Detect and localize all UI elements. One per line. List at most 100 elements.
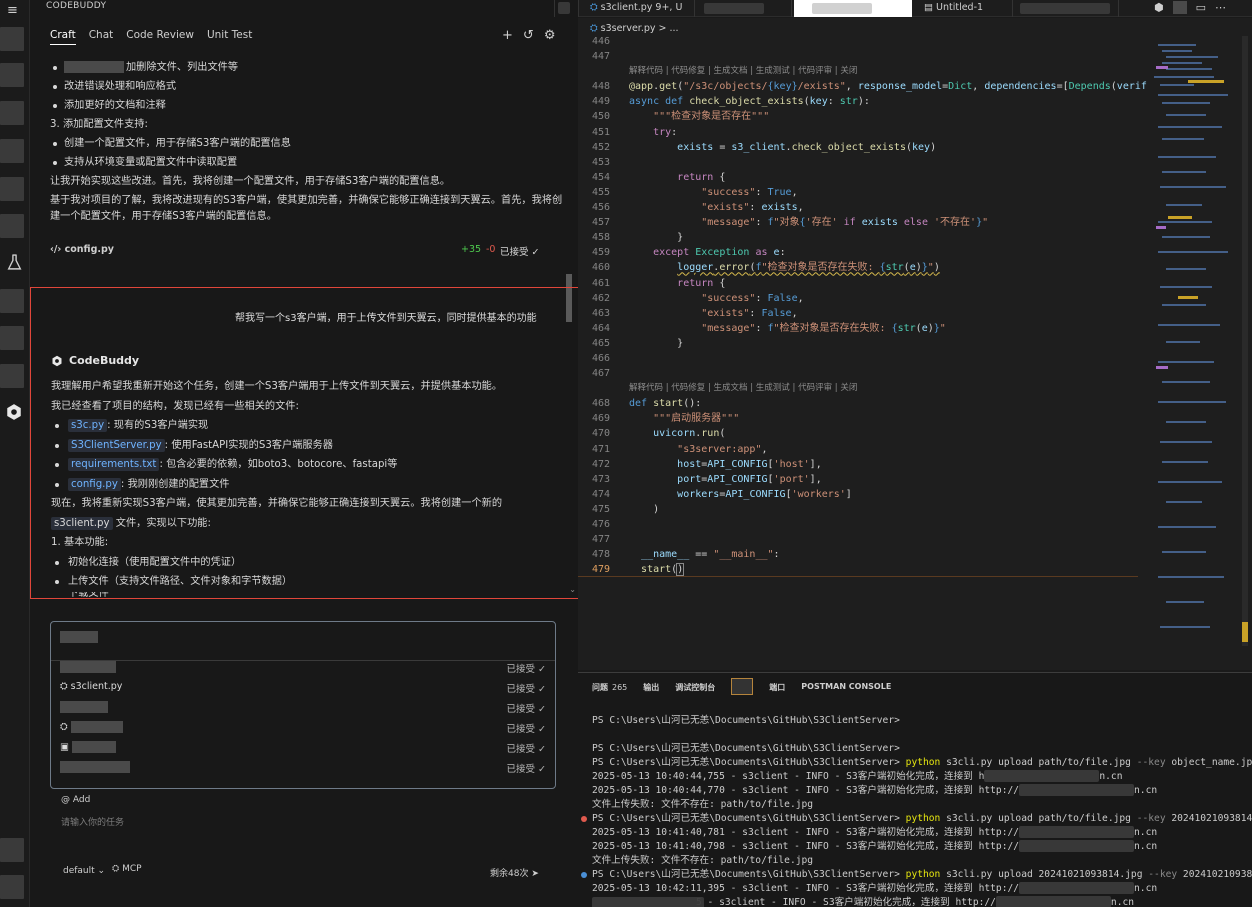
code-lens[interactable]: 解释代码 | 代码修复 | 生成文档 | 生成测试 | 代码评审 | 关闭	[629, 381, 857, 396]
minimap[interactable]	[1148, 36, 1248, 646]
tab-code-review[interactable]: Code Review	[126, 29, 194, 45]
chat-input-box: 已接受 ✓ ⛭ s3client.py 已接受 ✓ 已接受 ✓ ⛭ 已接受 ✓ ▣…	[50, 621, 556, 789]
tab-output[interactable]: 输出	[643, 682, 659, 695]
lines-removed: -0	[486, 244, 496, 255]
activity-item[interactable]	[0, 139, 24, 163]
split-editor-icon[interactable]: ▭	[1196, 1, 1206, 14]
remaining-quota: 剩余48次 ➤	[490, 869, 539, 879]
terminal-line: 2025-05-13 10:42:11,395 - s3client - INF…	[592, 882, 1158, 894]
codebuddy-icon[interactable]: ⬢	[1154, 1, 1164, 14]
activity-item[interactable]	[0, 63, 24, 87]
editor-tab-bar: ⛭ s3client.py 9+, U ▤ Untitled-1 ⬢ ▭ ⋯	[554, 0, 1252, 17]
add-context-button[interactable]: @ Add	[61, 795, 90, 805]
terminal-line: PS C:\Users\山河已无恙\Documents\GitHub\S3Cli…	[592, 757, 1252, 768]
codebuddy-icon[interactable]	[5, 403, 23, 421]
tab-unit-test[interactable]: Unit Test	[207, 29, 252, 45]
terminal-line: 2025-05-13 10:41:40,798 - s3client - INF…	[592, 840, 1158, 852]
list-item: requirements.txt: 包含必要的依赖，如boto3、botocor…	[51, 455, 566, 475]
mode-select[interactable]: default ⌄	[63, 866, 105, 876]
activity-item[interactable]	[0, 364, 24, 388]
changed-file-row[interactable]: 已接受 ✓	[60, 659, 546, 677]
terminal-line: PS C:\Users\山河已无恙\Documents\GitHub\S3Cli…	[592, 715, 900, 726]
paragraph: 让我开始实现这些改进。首先，我将创建一个配置文件，用于存储S3客户端的配置信息。	[50, 176, 451, 187]
terminal-line: 2025-05-13 10:41:40,781 - s3client - INF…	[592, 826, 1158, 838]
terminal-output[interactable]: PS C:\Users\山河已无恙\Documents\GitHub\S3Cli…	[578, 714, 1252, 907]
tab-problems[interactable]: 问题 265	[592, 682, 627, 695]
panel-toolbar: + ↺ ⚙	[502, 28, 555, 43]
tab-untitled[interactable]: ▤ Untitled-1	[918, 0, 989, 17]
changed-file-row[interactable]: ⛭ 已接受 ✓	[60, 719, 546, 737]
changed-file-row[interactable]: 已接受 ✓	[60, 699, 546, 717]
panel-tabs: 问题 265 输出 调试控制台 端口 POSTMAN CONSOLE	[592, 678, 891, 695]
codebuddy-logo-icon	[52, 355, 62, 366]
activity-item[interactable]	[0, 27, 24, 51]
list-item: 改进错误处理和响应格式	[50, 77, 565, 96]
file-change-row[interactable]: ‹/› config.py +35 -0 已接受 ✓	[50, 242, 545, 260]
mcp-button[interactable]: ⛭ MCP	[112, 864, 142, 874]
settings-icon[interactable]: ⚙	[544, 28, 556, 43]
list-item: 初始化连接（使用配置文件中的凭证）	[51, 553, 566, 573]
terminal-line: 5 - s3client - INFO - S3客户端初始化完成，连接到 htt…	[592, 896, 1135, 907]
menu-icon[interactable]: ≡	[7, 3, 18, 18]
file-link[interactable]: S3ClientServer.py	[68, 438, 165, 452]
list-item: config.py: 我刚刚创建的配置文件	[51, 475, 566, 495]
activity-item[interactable]	[0, 838, 24, 862]
breadcrumb[interactable]: ⛭ s3server.py > ...	[590, 23, 679, 34]
changed-file-row[interactable]: ⛭ s3client.py 已接受 ✓	[60, 679, 546, 697]
list-item: 添加更好的文档和注释	[50, 96, 565, 115]
tab-s3client[interactable]: ⛭ s3client.py 9+, U	[584, 0, 688, 17]
prior-messages: 加删除文件、列出文件等 改进错误处理和响应格式 添加更好的文档和注释 3. 添加…	[50, 58, 565, 225]
terminal-line: 2025-05-13 10:40:44,770 - s3client - INF…	[592, 784, 1158, 796]
terminal-line: 2025-05-13 10:40:44,755 - s3client - INF…	[592, 770, 1123, 782]
file-link[interactable]: s3c.py	[68, 419, 108, 432]
new-chat-icon[interactable]: +	[502, 28, 513, 43]
activity-item[interactable]	[0, 177, 24, 201]
tab-active[interactable]	[794, 0, 912, 17]
tab-postman[interactable]: POSTMAN CONSOLE	[801, 682, 891, 695]
editor-actions: ⬢ ▭ ⋯	[1154, 1, 1226, 14]
tab-debug-console[interactable]: 调试控制台	[675, 682, 715, 695]
terminal-line: 文件上传失败: 文件不存在: path/to/file.jpg	[592, 799, 814, 810]
code-lens[interactable]: 解释代码 | 代码修复 | 生成文档 | 生成测试 | 代码评审 | 关闭	[629, 64, 857, 79]
changed-file-row[interactable]: 已接受 ✓	[60, 759, 546, 777]
assistant-name: CodeBuddy	[69, 354, 140, 367]
inline-code: s3client.py	[51, 516, 113, 530]
code-editor[interactable]: ⛭ s3server.py > ... 446 447 解释代码 | 代码修复 …	[578, 18, 1252, 670]
panel-title: CODEBUDDY	[46, 1, 107, 11]
tab-craft[interactable]: Craft	[50, 29, 76, 45]
scroll-down-arrow[interactable]: ⌄	[569, 585, 576, 594]
codebuddy-panel: CODEBUDDY Craft Chat Code Review Unit Te…	[30, 0, 587, 907]
activity-item[interactable]	[0, 214, 24, 238]
command-status-icon[interactable]	[581, 872, 587, 878]
changed-file-row[interactable]: ▣ 已接受 ✓	[60, 739, 546, 757]
list-item: 支持从环境变量或配置文件中读取配置	[50, 153, 565, 172]
more-icon[interactable]: ⋯	[1215, 1, 1226, 14]
input-header	[51, 631, 555, 661]
activity-item[interactable]	[0, 326, 24, 350]
test-flask-icon[interactable]	[6, 254, 23, 271]
panel-tabs: Craft Chat Code Review Unit Test	[50, 29, 252, 45]
task-input[interactable]: 请输入你的任务	[61, 815, 124, 828]
accepted-status: 已接受 ✓	[500, 247, 540, 258]
paragraph: 现在，我将重新实现S3客户端，使其更加完善，并确保它能够正确连接到天翼云。我将创…	[51, 498, 503, 509]
tab-ports[interactable]: 端口	[769, 682, 785, 695]
terminal-line: PS C:\Users\山河已无恙\Documents\GitHub\S3Cli…	[592, 743, 900, 754]
file-link[interactable]: config.py	[68, 477, 121, 491]
history-icon[interactable]: ↺	[523, 28, 534, 43]
assistant-response: 我理解用户希望我重新开始这个任务，创建一个S3客户端用于上传文件到天翼云，并提供…	[51, 377, 566, 599]
activity-item[interactable]	[0, 289, 24, 313]
file-link[interactable]: requirements.txt	[68, 458, 160, 471]
tab-chat[interactable]: Chat	[89, 29, 114, 45]
activity-item[interactable]	[0, 875, 24, 899]
paragraph: 3. 添加配置文件支持:	[50, 119, 148, 130]
terminal-line: PS C:\Users\山河已无恙\Documents\GitHub\S3Cli…	[578, 868, 1252, 882]
activity-item[interactable]	[0, 101, 24, 125]
terminal-panel: 问题 265 输出 调试控制台 端口 POSTMAN CONSOLE PS C:\…	[578, 672, 1252, 907]
command-status-icon[interactable]	[581, 816, 587, 822]
list-item: 创建一个配置文件，用于存储S3客户端的配置信息	[50, 134, 565, 153]
activity-bar: ≡	[0, 0, 30, 907]
terminal-line: PS C:\Users\山河已无恙\Documents\GitHub\S3Cli…	[578, 812, 1252, 826]
tab-terminal[interactable]	[731, 678, 754, 695]
paragraph: 基于我对项目的了解，我将改进现有的S3客户端，使其更加完善，并确保它能够正确连接…	[50, 195, 563, 222]
